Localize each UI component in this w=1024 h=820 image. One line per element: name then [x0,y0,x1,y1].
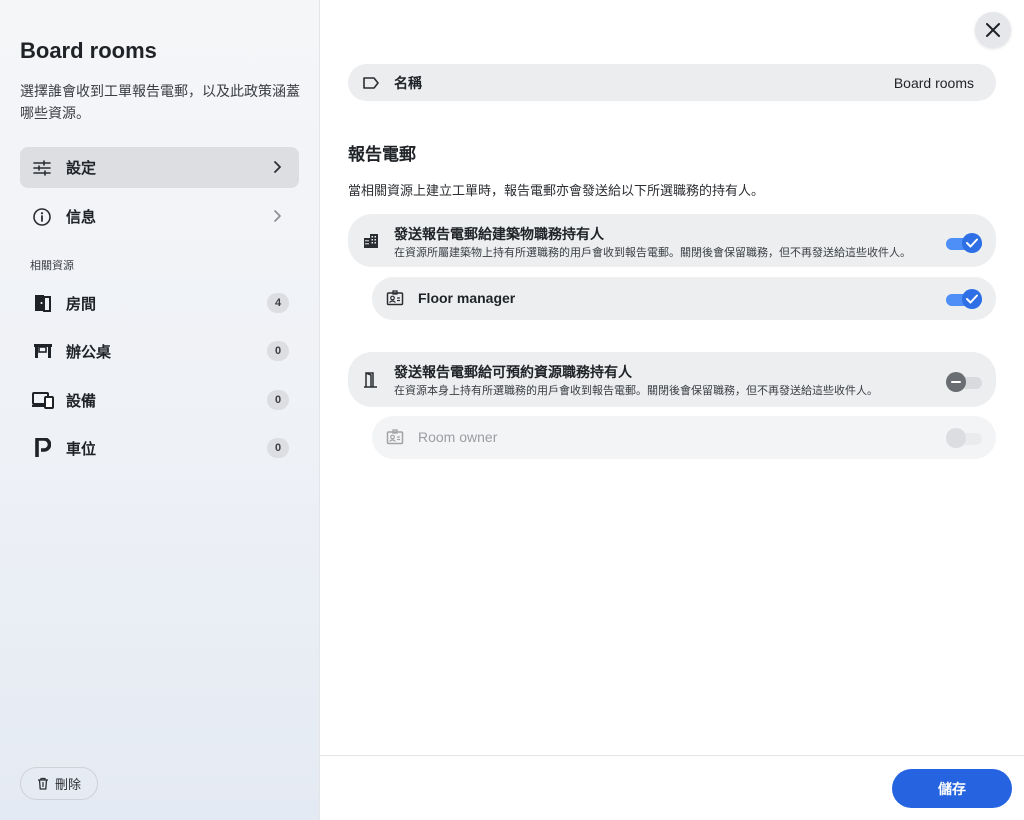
sliders-icon [32,158,52,178]
resource-label: 辦公桌 [66,343,112,361]
resource-label: 車位 [66,440,97,458]
resource-roles-toggle[interactable] [946,371,982,393]
floor-manager-label: Floor manager [418,290,516,306]
check-icon [966,238,978,248]
id-badge-icon [386,289,404,307]
floor-manager-toggle[interactable] [946,288,982,310]
sidebar: Board rooms 選擇誰會收到工單報告電郵，以及此政策涵蓋哪些資源。 設定… [0,0,320,820]
resource-item-desks[interactable]: 辦公桌 0 [20,331,299,371]
resource-roles-title: 發送報告電郵給可預約資源職務持有人 [394,364,632,380]
tag-icon [363,77,379,89]
main-panel: 名稱 Board rooms 報告電郵 當相關資源上建立工單時，報告電郵亦會發送… [320,0,1024,820]
desk-icon [32,340,54,362]
resource-item-equipment[interactable]: 設備 0 [20,380,299,420]
resource-item-parking[interactable]: 車位 0 [20,428,299,468]
policy-title: Board rooms [20,38,157,63]
info-icon [32,207,52,227]
resource-label: 房間 [66,295,97,313]
close-icon [986,23,1000,37]
nav-label: 信息 [66,209,97,226]
building-roles-subtitle: 在資源所屬建築物上持有所選職務的用戶會收到報告電郵。關閉後會保留職務，但不再發送… [394,247,911,259]
resources-section-label: 相關資源 [30,260,74,272]
save-button[interactable]: 儲存 [892,769,1012,808]
chevron-right-icon [274,161,281,173]
resource-count-badge: 0 [267,390,289,410]
devices-icon [32,389,54,411]
minus-icon [951,381,961,383]
room-owner-toggle[interactable] [946,427,982,449]
resource-count-badge: 0 [267,341,289,361]
check-icon [966,294,978,304]
nav-item-info[interactable]: 信息 [20,196,299,237]
nav-item-settings[interactable]: 設定 [20,147,299,188]
name-field-label: 名稱 [394,74,422,91]
resource-count-badge: 4 [267,293,289,313]
name-field[interactable]: 名稱 Board rooms [348,64,996,101]
nav-label: 設定 [66,160,97,177]
door-icon [32,292,54,314]
policy-description: 選擇誰會收到工單報告電郵，以及此政策涵蓋哪些資源。 [20,83,300,121]
resource-label: 設備 [66,392,97,410]
resource-roles-subtitle: 在資源本身上持有所選職務的用戶會收到報告電郵。關閉後會保留職務，但不再發送給這些… [394,385,878,397]
resource-roles-row: 發送報告電郵給可預約資源職務持有人 在資源本身上持有所選職務的用戶會收到報告電郵… [348,352,996,407]
close-button[interactable] [975,12,1011,48]
building-icon [362,232,380,250]
door-outline-icon [362,371,380,389]
building-roles-title: 發送報告電郵給建築物職務持有人 [394,226,604,242]
name-field-value: Board rooms [893,74,974,91]
room-owner-label: Room owner [418,429,498,445]
resource-count-badge: 0 [267,438,289,458]
building-roles-row: 發送報告電郵給建築物職務持有人 在資源所屬建築物上持有所選職務的用戶會收到報告電… [348,214,996,267]
delete-label: 刪除 [54,777,81,792]
floor-manager-row: Floor manager [372,277,996,320]
footer: 儲存 [320,755,1024,820]
building-roles-toggle[interactable] [946,232,982,254]
parking-icon [32,437,54,459]
room-owner-row: Room owner [372,416,996,459]
section-description: 當相關資源上建立工單時，報告電郵亦會發送給以下所選職務的持有人。 [348,183,765,198]
delete-button[interactable]: 刪除 [20,767,98,800]
resource-item-rooms[interactable]: 房間 4 [20,283,299,323]
chevron-right-icon [274,210,281,222]
trash-icon [37,777,48,790]
id-badge-icon [386,428,404,446]
section-title: 報告電郵 [348,145,416,164]
